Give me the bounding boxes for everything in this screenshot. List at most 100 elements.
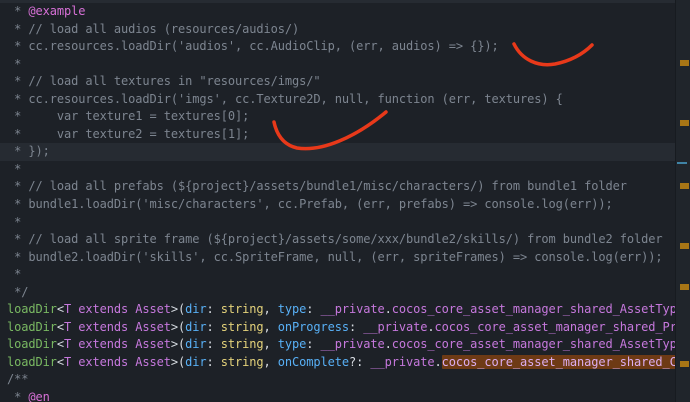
code-token: < (57, 320, 64, 334)
code-line[interactable]: * // load all prefabs (${project}/assets… (0, 178, 676, 196)
code-token: : (306, 337, 320, 351)
code-token: cocos_core_asset_manager_shared_AssetTyp (392, 302, 677, 316)
code-line[interactable]: * var texture2 = textures[1]; (0, 126, 676, 144)
code-line[interactable]: * bundle1.loadDir('misc/characters', cc.… (0, 196, 676, 214)
code-line[interactable]: * @en (0, 389, 676, 402)
code-token: T extends Asset (64, 337, 171, 351)
code-token: loadDir (7, 320, 57, 334)
overview-ruler-match-marker (680, 284, 689, 290)
code-line[interactable]: * @example (0, 3, 676, 21)
code-line[interactable]: * // load all textures in "resources/img… (0, 73, 676, 91)
code-token: * // load all audios (resources/audios/) (7, 22, 299, 36)
code-token: < (57, 337, 64, 351)
code-token: * (7, 57, 21, 71)
code-token: dir (185, 337, 206, 351)
code-token: __private (321, 337, 385, 351)
code-token: : (349, 320, 363, 334)
code-line[interactable]: */ (0, 284, 676, 302)
code-line[interactable]: * (0, 56, 676, 74)
find-match-highlight: cocos_core_asset_manager_shared_C (442, 355, 677, 369)
code-token: cocos_core_asset_manager_shared_AssetTyp (392, 337, 677, 351)
overview-ruler-cursor-marker (677, 162, 687, 164)
code-token: T extends Asset (64, 302, 171, 316)
code-token: . (435, 355, 442, 369)
code-line[interactable]: * // load all audios (resources/audios/) (0, 21, 676, 39)
code-editor[interactable]: * @example * // load all audios (resourc… (0, 0, 690, 402)
code-token: >( (171, 355, 185, 369)
code-token: : (306, 302, 320, 316)
code-token: * cc.resources.loadDir('imgs', cc.Textur… (7, 92, 563, 106)
code-token: */ (7, 285, 28, 299)
code-line[interactable]: * cc.resources.loadDir('imgs', cc.Textur… (0, 91, 676, 109)
code-line-current[interactable]: * }); (0, 143, 676, 161)
code-token: < (57, 355, 64, 369)
code-token: * // load all textures in "resources/img… (7, 74, 320, 88)
code-token: , (264, 355, 278, 369)
code-token: : (207, 302, 221, 316)
code-line[interactable]: * bundle2.loadDir('skills', cc.SpriteFra… (0, 249, 676, 267)
code-token: * (7, 390, 28, 402)
code-token: : (207, 320, 221, 334)
code-token: >( (171, 302, 185, 316)
code-token: T extends Asset (64, 320, 171, 334)
code-line[interactable]: * (0, 266, 676, 284)
code-token: loadDir (7, 337, 57, 351)
code-token: onProgress (278, 320, 349, 334)
code-line[interactable]: * // load all sprite frame (${project}/a… (0, 231, 676, 249)
code-token: __private (363, 320, 427, 334)
code-token: * var texture2 = textures[1]; (7, 127, 249, 141)
code-token: loadDir (7, 302, 57, 316)
code-line[interactable]: loadDir<T extends Asset>(dir: string, ty… (0, 301, 676, 319)
code-token: * (7, 215, 21, 229)
code-token: dir (185, 355, 206, 369)
code-token: >( (171, 320, 185, 334)
code-token: @example (28, 4, 85, 18)
code-token: __private (321, 302, 385, 316)
code-line[interactable]: /** (0, 371, 676, 389)
code-token: * // load all prefabs (${project}/assets… (7, 179, 627, 193)
code-token: __private (370, 355, 434, 369)
code-token: cocos_core_asset_manager_shared_Pr (435, 320, 677, 334)
code-token: . (427, 320, 434, 334)
code-line[interactable]: loadDir<T extends Asset>(dir: string, on… (0, 354, 676, 372)
code-token: dir (185, 320, 206, 334)
code-line[interactable]: loadDir<T extends Asset>(dir: string, ty… (0, 336, 676, 354)
code-token: < (57, 302, 64, 316)
code-token: * bundle2.loadDir('skills', cc.SpriteFra… (7, 250, 662, 264)
code-token: >( (171, 337, 185, 351)
code-token: : (207, 355, 221, 369)
code-token: * bundle1.loadDir('misc/characters', cc.… (7, 197, 613, 211)
code-token: * // load all sprite frame (${project}/a… (7, 232, 662, 246)
code-token: type (278, 302, 307, 316)
code-token: * (7, 4, 28, 18)
code-area[interactable]: * @example * // load all audios (resourc… (0, 3, 676, 402)
overview-ruler-match-marker (680, 361, 689, 367)
overview-ruler-match-marker (680, 183, 689, 189)
code-token: , (264, 302, 278, 316)
code-line[interactable]: * var texture1 = textures[0]; (0, 108, 676, 126)
code-token: ?: (349, 355, 370, 369)
code-token: loadDir (7, 355, 57, 369)
code-line[interactable]: * cc.resources.loadDir('audios', cc.Audi… (0, 38, 676, 56)
code-token: . (385, 337, 392, 351)
code-token: string (221, 337, 264, 351)
code-token: , (264, 320, 278, 334)
code-line[interactable]: * (0, 161, 676, 179)
code-token: * var texture1 = textures[0]; (7, 109, 249, 123)
code-token: : (207, 337, 221, 351)
code-token: string (221, 320, 264, 334)
code-token: dir (185, 302, 206, 316)
overview-ruler-match-marker (680, 120, 689, 126)
code-token: /** (7, 372, 28, 386)
code-token: * (7, 162, 21, 176)
code-token: * (7, 267, 21, 281)
code-token: @en (28, 390, 49, 402)
code-line[interactable]: loadDir<T extends Asset>(dir: string, on… (0, 319, 676, 337)
code-token: T extends Asset (64, 355, 171, 369)
code-token: . (385, 302, 392, 316)
code-token: * }); (7, 144, 50, 158)
scrollbar-overview-ruler[interactable] (675, 0, 690, 402)
overview-ruler-match-marker (680, 243, 689, 249)
code-token: * cc.resources.loadDir('audios', cc.Audi… (7, 39, 499, 53)
code-line[interactable]: * (0, 214, 676, 232)
